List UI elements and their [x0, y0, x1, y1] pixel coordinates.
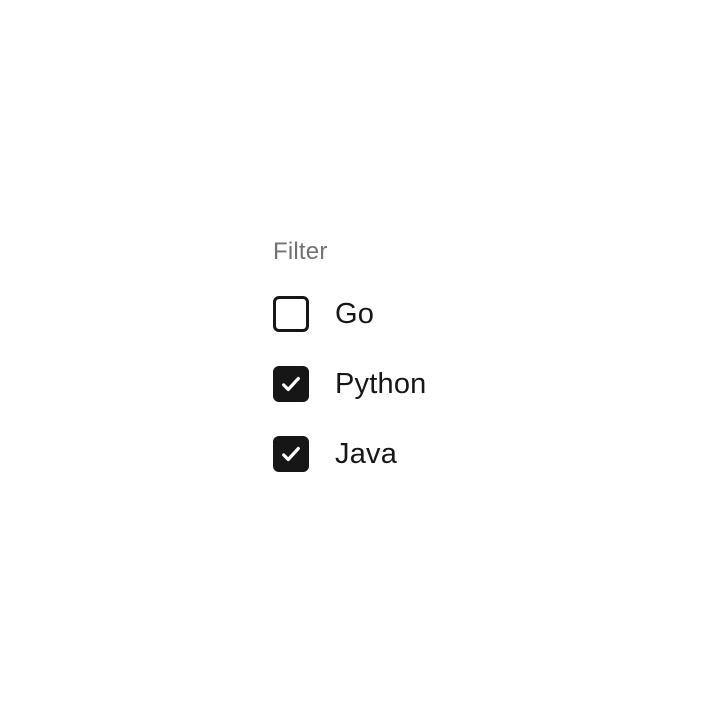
filter-option-python[interactable]: Python — [273, 366, 427, 402]
filter-option-java[interactable]: Java — [273, 436, 427, 472]
checkbox-java[interactable] — [273, 436, 309, 472]
filter-heading: Filter — [273, 238, 427, 266]
filter-option-go[interactable]: Go — [273, 296, 427, 332]
checkmark-icon — [280, 443, 302, 465]
option-label: Java — [335, 438, 397, 471]
option-label: Python — [335, 368, 427, 401]
checkmark-icon — [280, 373, 302, 395]
checkbox-go[interactable] — [273, 296, 309, 332]
filter-group: Filter Go Python Java — [273, 238, 427, 506]
option-label: Go — [335, 298, 374, 331]
checkbox-python[interactable] — [273, 366, 309, 402]
